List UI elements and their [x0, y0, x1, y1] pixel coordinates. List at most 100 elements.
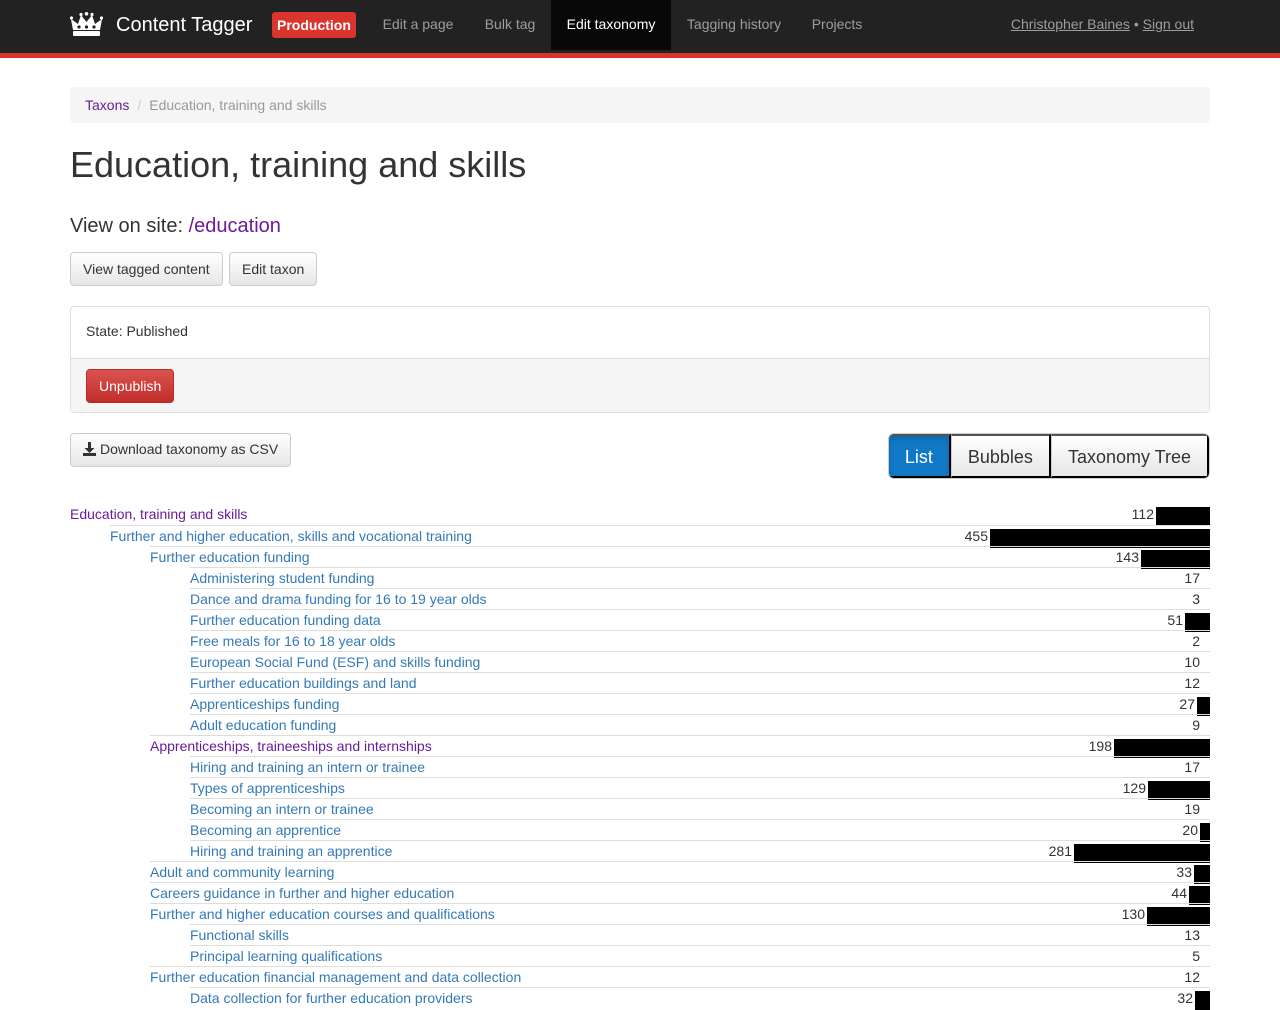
taxon-link[interactable]: Hiring and training an apprentice	[190, 843, 392, 860]
taxon-count-bar	[1156, 507, 1210, 526]
unpublish-button[interactable]: Unpublish	[86, 369, 175, 403]
taxon-link[interactable]: Further education funding	[150, 549, 310, 566]
taxon-count: 44	[1171, 885, 1187, 901]
taxonomy-row: Types of apprenticeships 129	[190, 777, 1210, 800]
taxonomy-row: Hiring and training an intern or trainee…	[190, 756, 1210, 777]
taxonomy-row: Free meals for 16 to 18 year olds 2	[190, 630, 1210, 651]
breadcrumb-separator: /	[137, 97, 142, 113]
taxon-link[interactable]: Adult education funding	[190, 717, 336, 734]
taxon-link[interactable]: Becoming an intern or trainee	[190, 801, 374, 818]
taxonomy-row: Further education funding 143	[150, 546, 1210, 569]
taxonomy-row: Apprenticeships, traineeships and intern…	[150, 735, 1210, 758]
taxon-link[interactable]: Adult and community learning	[150, 864, 334, 881]
taxon-count: 130	[1121, 906, 1145, 922]
nav-projects[interactable]: Projects	[797, 0, 877, 50]
taxonomy-row: European Social Fund (ESF) and skills fu…	[190, 651, 1210, 672]
taxonomy-row: Further education buildings and land 12	[190, 672, 1210, 693]
user-name-link[interactable]: Christopher Baines	[1011, 16, 1130, 32]
taxonomy-row: Dance and drama funding for 16 to 19 yea…	[190, 588, 1210, 609]
brand-name: Content Tagger	[116, 13, 253, 36]
taxon-link[interactable]: Further education financial management a…	[150, 969, 521, 986]
taxon-link[interactable]: European Social Fund (ESF) and skills fu…	[190, 654, 480, 671]
taxonomy-row: Hiring and training an apprentice 281	[190, 840, 1210, 863]
breadcrumb: Taxons / Education, training and skills	[70, 87, 1210, 123]
state-text: State: Published	[86, 323, 188, 339]
toggle-taxonomy-tree[interactable]: Taxonomy Tree	[1050, 434, 1209, 478]
toggle-bubbles[interactable]: Bubbles	[950, 434, 1051, 478]
nav-edit-taxonomy[interactable]: Edit taxonomy	[551, 0, 671, 50]
taxonomy-row: Becoming an intern or trainee 19	[190, 798, 1210, 819]
view-tagged-content-button[interactable]: View tagged content	[70, 252, 223, 286]
user-separator: •	[1133, 16, 1139, 32]
taxon-count: 17	[1184, 759, 1200, 775]
taxon-link[interactable]: Further and higher education courses and…	[150, 906, 495, 923]
taxon-count: 20	[1182, 822, 1198, 838]
download-csv-button[interactable]: Download taxonomy as CSV	[70, 433, 292, 467]
edit-taxon-button[interactable]: Edit taxon	[229, 252, 318, 286]
taxon-link[interactable]: Principal learning qualifications	[190, 948, 382, 965]
nav-tagging-history[interactable]: Tagging history	[671, 0, 797, 50]
taxonomy-row: Principal learning qualifications 5	[190, 945, 1210, 966]
taxonomy-row: Becoming an apprentice 20	[190, 819, 1210, 842]
taxonomy-row: Further and higher education courses and…	[150, 903, 1210, 926]
taxonomy-row: Education, training and skills 112	[70, 504, 1210, 526]
crown-icon	[70, 12, 103, 38]
download-csv-label: Download taxonomy as CSV	[100, 441, 279, 457]
taxon-count: 33	[1176, 864, 1192, 880]
state-panel: State: Published Unpublish	[70, 306, 1210, 413]
taxon-count: 12	[1184, 675, 1200, 691]
taxon-count: 2	[1192, 633, 1200, 649]
taxon-link[interactable]: Administering student funding	[190, 570, 374, 587]
page-title: Education, training and skills	[70, 144, 527, 185]
taxon-link[interactable]: Further and higher education, skills and…	[110, 528, 472, 545]
taxon-link[interactable]: Apprenticeships funding	[190, 696, 339, 713]
taxon-link[interactable]: Free meals for 16 to 18 year olds	[190, 633, 395, 650]
taxonomy-row: Data collection for further education pr…	[190, 987, 1210, 1010]
taxon-link[interactable]: Further education buildings and land	[190, 675, 417, 692]
brand-link[interactable]: Content Tagger	[70, 0, 252, 50]
taxonomy-row: Further education financial management a…	[150, 966, 1210, 987]
top-navbar: Content Tagger Production Edit a page Bu…	[0, 0, 1280, 58]
taxon-count: 12	[1184, 969, 1200, 985]
taxon-count: 143	[1115, 549, 1139, 565]
taxon-link[interactable]: Hiring and training an intern or trainee	[190, 759, 425, 776]
taxon-link[interactable]: Dance and drama funding for 16 to 19 yea…	[190, 591, 487, 608]
taxonomy-row: Adult and community learning 33	[150, 861, 1210, 884]
state-panel-body: State: Published	[71, 307, 1209, 358]
taxon-count: 9	[1192, 717, 1200, 733]
taxon-link[interactable]: Apprenticeships, traineeships and intern…	[150, 738, 432, 755]
taxon-count: 27	[1179, 696, 1195, 712]
view-toggle: List Bubbles Taxonomy Tree	[887, 433, 1210, 479]
taxonomy-row: Apprenticeships funding 27	[190, 693, 1210, 716]
taxonomy-row: Functional skills 13	[190, 924, 1210, 945]
taxon-count: 112	[1131, 506, 1154, 522]
state-panel-footer: Unpublish	[71, 358, 1209, 412]
taxon-count: 198	[1088, 738, 1112, 754]
view-on-site-label: View on site:	[70, 215, 184, 237]
taxon-count: 455	[964, 528, 988, 544]
taxon-link[interactable]: Becoming an apprentice	[190, 822, 341, 839]
breadcrumb-taxons-link[interactable]: Taxons	[85, 97, 129, 113]
sign-out-link[interactable]: Sign out	[1143, 16, 1194, 32]
taxon-count: 13	[1184, 927, 1200, 943]
taxon-count: 5	[1192, 948, 1200, 964]
taxon-count: 32	[1177, 990, 1193, 1006]
nav-bulk-tag[interactable]: Bulk tag	[470, 0, 550, 50]
download-icon	[83, 436, 96, 466]
taxon-link[interactable]: Further education funding data	[190, 612, 381, 629]
toggle-list[interactable]: List	[888, 434, 951, 478]
taxonomy-row: Further education funding data 51	[190, 609, 1210, 632]
taxon-count: 19	[1184, 801, 1200, 817]
taxon-link[interactable]: Functional skills	[190, 927, 289, 944]
taxon-link[interactable]: Careers guidance in further and higher e…	[150, 885, 454, 902]
view-on-site-link[interactable]: /education	[189, 215, 281, 237]
taxon-link[interactable]: Data collection for further education pr…	[190, 990, 472, 1007]
nav-edit-a-page[interactable]: Edit a page	[368, 0, 468, 50]
taxon-link[interactable]: Education, training and skills	[70, 506, 247, 523]
user-box: Christopher Baines • Sign out	[1011, 0, 1194, 50]
taxon-link[interactable]: Types of apprenticeships	[190, 780, 345, 797]
taxonomy-row: Careers guidance in further and higher e…	[150, 882, 1210, 905]
taxonomy-row: Further and higher education, skills and…	[110, 525, 1210, 548]
taxon-count: 3	[1192, 591, 1200, 607]
breadcrumb-current: Education, training and skills	[149, 97, 327, 113]
